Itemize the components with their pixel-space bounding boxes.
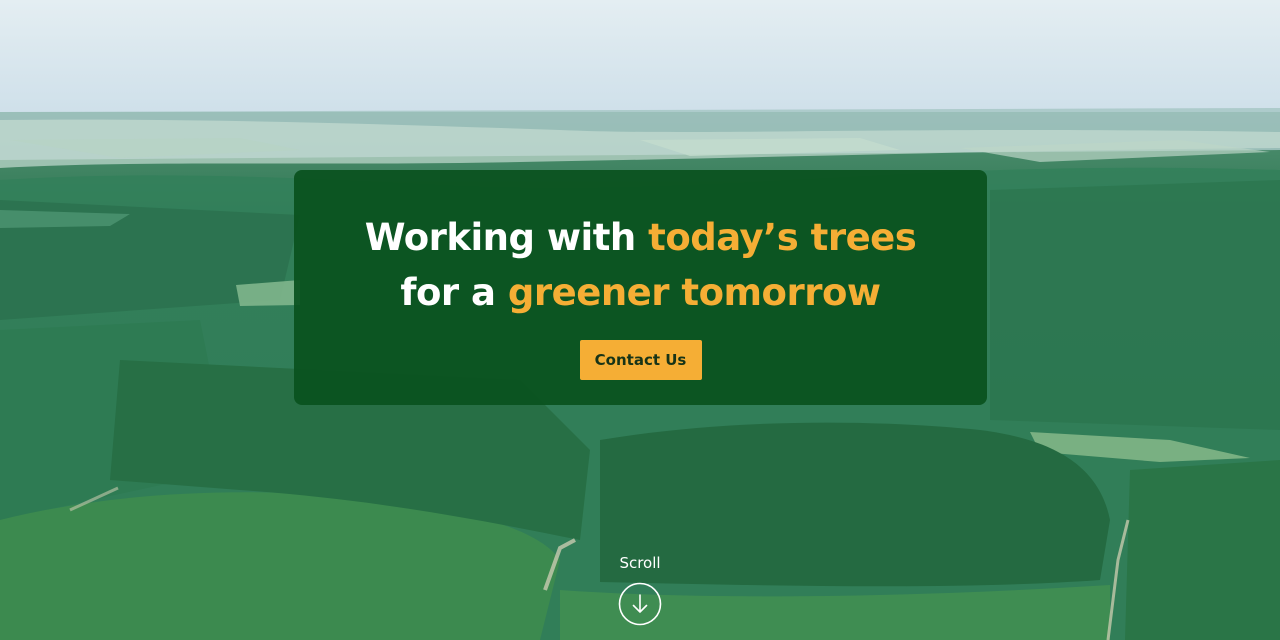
contact-us-button[interactable]: Contact Us [579, 340, 702, 380]
hero-card: Working with today’s trees for a greener… [294, 170, 987, 405]
hero-headline: Working with today’s trees for a greener… [294, 210, 987, 320]
headline-line-2-highlight: greener tomorrow [507, 271, 881, 314]
scroll-down-button[interactable] [618, 582, 662, 626]
headline-line-2-prefix: for a [400, 271, 508, 314]
scroll-indicator: Scroll [600, 552, 680, 626]
hero-section: Working with today’s trees for a greener… [0, 0, 1280, 640]
headline-line-1-highlight: today’s trees [648, 216, 917, 259]
arrow-down-circle-icon [618, 582, 662, 626]
headline-line-2: for a greener tomorrow [294, 265, 987, 320]
headline-line-1-prefix: Working with [364, 216, 649, 259]
scroll-label: Scroll [619, 554, 661, 572]
headline-line-1: Working with today’s trees [294, 210, 987, 265]
